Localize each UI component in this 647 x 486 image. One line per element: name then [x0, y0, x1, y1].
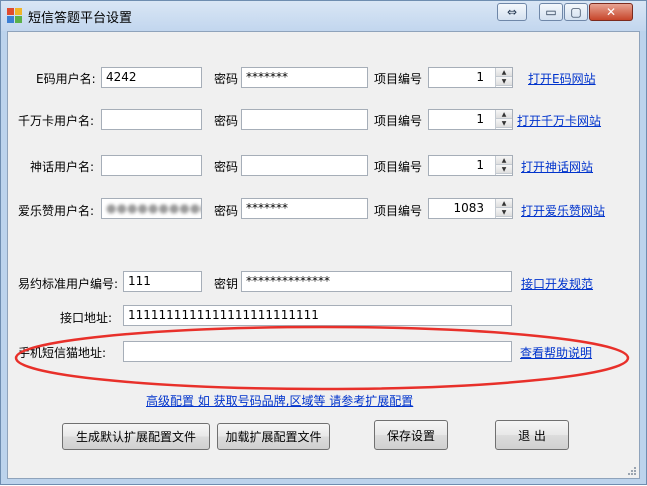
advanced-config-link[interactable]: 高级配置 如 获取号码品牌,区域等 请参考扩展配置 — [146, 392, 413, 409]
ema-project-spinner[interactable]: 1 ▲ ▼ — [428, 67, 513, 88]
restore-icon[interactable]: ⇔ — [497, 3, 527, 21]
ema-password-input[interactable]: ******* — [241, 67, 368, 88]
open-ailezan-site-link[interactable]: 打开爱乐赞网站 — [521, 202, 605, 219]
spin-up-icon[interactable]: ▲ — [496, 156, 512, 165]
close-icon[interactable]: ✕ — [589, 3, 633, 21]
shenhua-username-label: 神话用户名: — [30, 160, 95, 174]
ailezan-username-label: 爱乐赞用户名: — [18, 204, 95, 218]
open-shenhua-site-link[interactable]: 打开神话网站 — [521, 158, 593, 175]
view-help-link[interactable]: 查看帮助说明 — [520, 344, 592, 361]
qianwanka-project-spinner[interactable]: 1 ▲ ▼ — [428, 109, 513, 130]
ailezan-project-label: 项目编号 — [374, 204, 423, 218]
app-icon — [7, 8, 23, 24]
qianwanka-password-label: 密码 — [214, 114, 239, 128]
minimize-icon[interactable]: ▭ — [539, 3, 563, 21]
api-address-input[interactable]: 1111111111111111111111111 — [123, 305, 512, 326]
spin-up-icon[interactable]: ▲ — [496, 110, 512, 119]
shenhua-username-input[interactable] — [101, 155, 202, 176]
yiyue-key-label: 密钥 — [214, 277, 239, 291]
sms-cat-address-input[interactable] — [123, 341, 512, 362]
exit-button[interactable]: 退 出 — [495, 420, 569, 450]
shenhua-password-label: 密码 — [214, 160, 239, 174]
ema-username-input[interactable]: 4242 — [101, 67, 202, 88]
yiyue-userid-input[interactable]: 111 — [123, 271, 202, 292]
resize-grip-icon[interactable] — [627, 466, 637, 476]
qianwanka-password-input[interactable] — [241, 109, 368, 130]
settings-form: E码用户名: 4242 密码 ******* 项目编号 1 ▲ ▼ 打开E码网站 … — [7, 31, 640, 479]
open-qianwanka-site-link[interactable]: 打开千万卡网站 — [517, 112, 601, 129]
spin-down-icon[interactable]: ▼ — [496, 119, 512, 128]
ema-project-label: 项目编号 — [374, 72, 423, 86]
settings-window: 短信答题平台设置 ⇔ ▭ ▢ ✕ E码用户名: 4242 密码 ******* … — [0, 0, 647, 485]
api-dev-spec-link[interactable]: 接口开发规范 — [521, 275, 593, 292]
spin-down-icon[interactable]: ▼ — [496, 77, 512, 86]
qianwanka-project-label: 项目编号 — [374, 114, 423, 128]
shenhua-project-label: 项目编号 — [374, 160, 423, 174]
shenhua-project-spinner[interactable]: 1 ▲ ▼ — [428, 155, 513, 176]
yiyue-key-input[interactable]: ************** — [241, 271, 512, 292]
ailezan-password-label: 密码 — [214, 204, 239, 218]
qianwanka-username-input[interactable] — [101, 109, 202, 130]
save-settings-button[interactable]: 保存设置 — [374, 420, 448, 450]
ailezan-username-input[interactable]: ●●●●●●●●●● — [101, 198, 202, 219]
ailezan-password-input[interactable]: ******* — [241, 198, 368, 219]
ema-project-value: 1 — [476, 70, 484, 84]
spin-up-icon[interactable]: ▲ — [496, 68, 512, 77]
redacted-username: ●●●●●●●●●● — [106, 201, 202, 215]
load-config-button[interactable]: 加载扩展配置文件 — [217, 423, 330, 450]
api-address-label: 接口地址: — [60, 311, 113, 325]
shenhua-project-value: 1 — [476, 158, 484, 172]
qianwanka-project-value: 1 — [476, 112, 484, 126]
shenhua-password-input[interactable] — [241, 155, 368, 176]
window-title: 短信答题平台设置 — [28, 11, 133, 26]
generate-default-config-button[interactable]: 生成默认扩展配置文件 — [62, 423, 210, 450]
maximize-icon[interactable]: ▢ — [564, 3, 588, 21]
spin-down-icon[interactable]: ▼ — [496, 165, 512, 174]
title-bar[interactable]: 短信答题平台设置 ⇔ ▭ ▢ ✕ — [1, 1, 646, 31]
ema-password-label: 密码 — [214, 72, 239, 86]
ema-username-label: E码用户名: — [36, 72, 96, 86]
ailezan-project-value: 1083 — [453, 201, 484, 215]
spin-up-icon[interactable]: ▲ — [496, 199, 512, 208]
sms-cat-address-label: 手机短信猫地址: — [18, 346, 107, 360]
qianwanka-username-label: 千万卡用户名: — [18, 114, 95, 128]
spin-down-icon[interactable]: ▼ — [496, 208, 512, 217]
yiyue-userid-label: 易约标准用户编号: — [18, 277, 119, 291]
open-ema-site-link[interactable]: 打开E码网站 — [528, 70, 596, 87]
ailezan-project-spinner[interactable]: 1083 ▲ ▼ — [428, 198, 513, 219]
